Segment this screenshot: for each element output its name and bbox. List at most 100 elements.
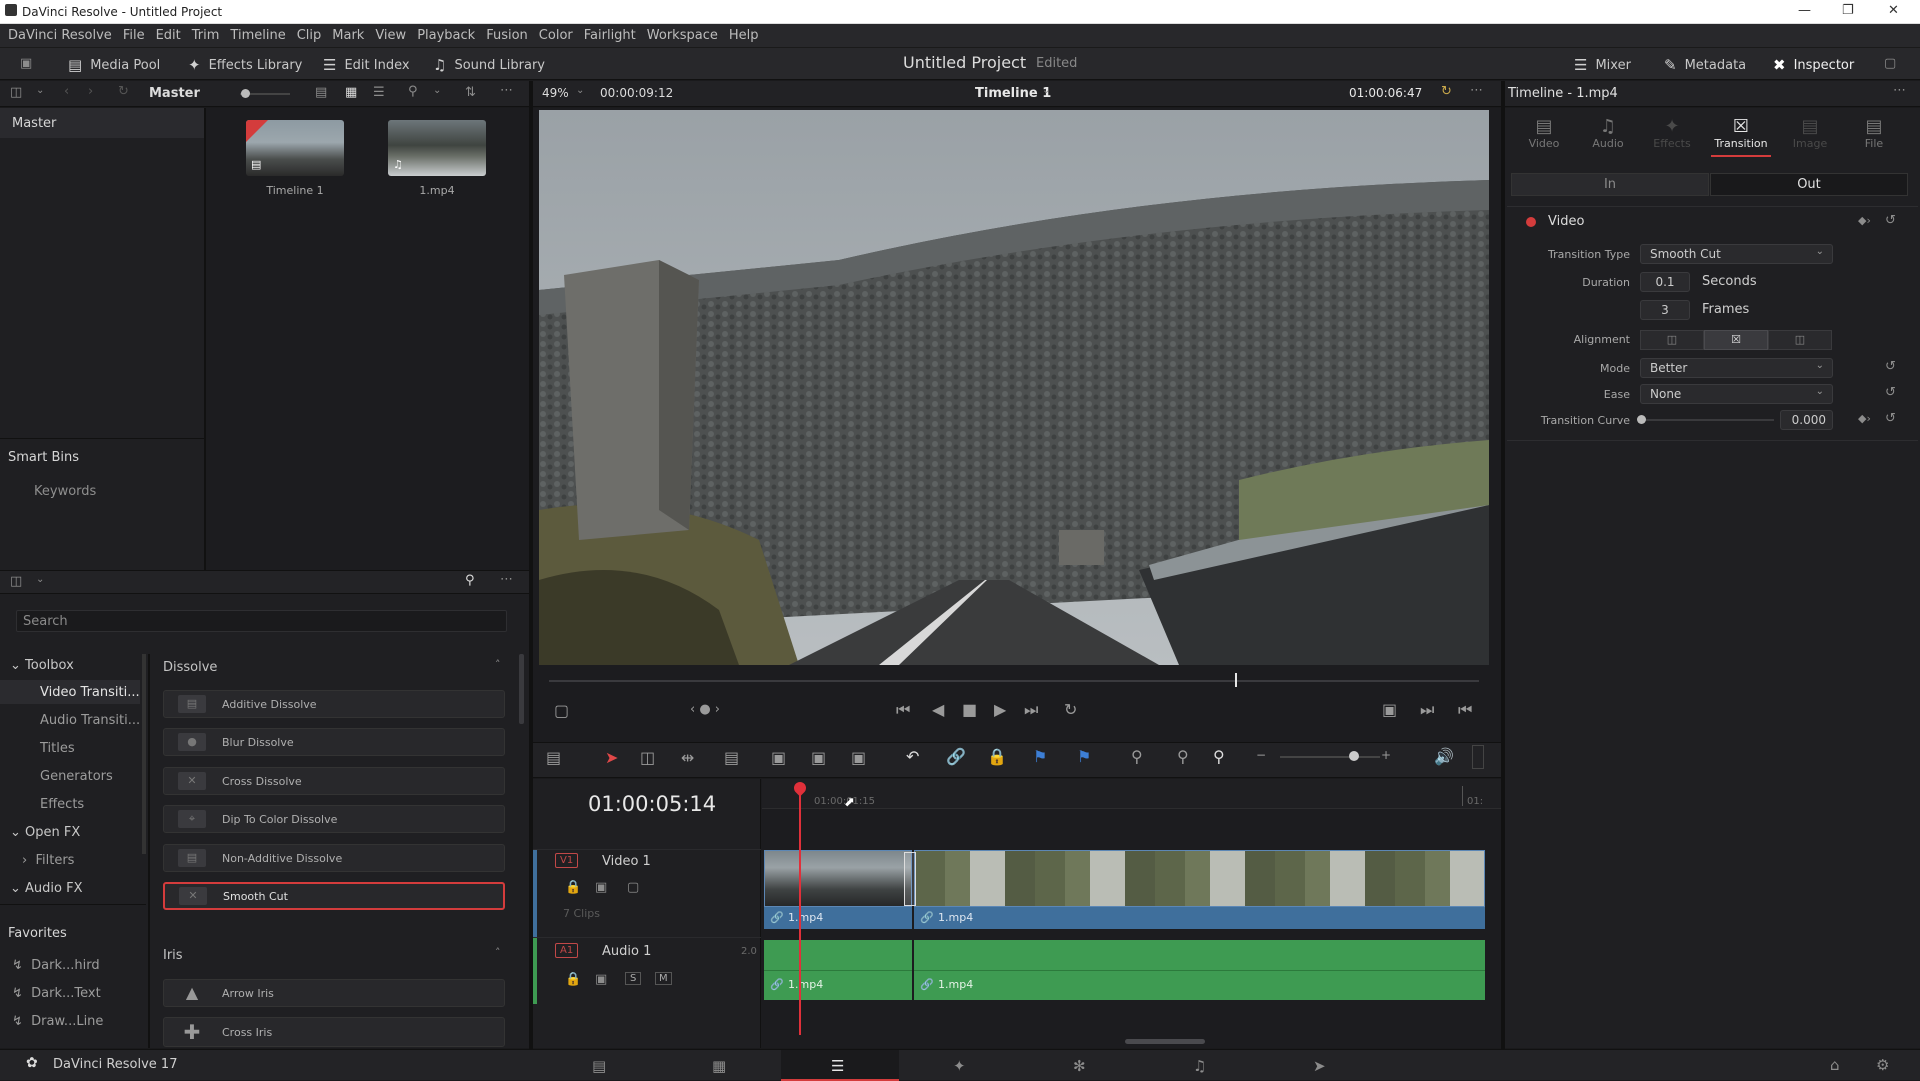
chevron-down-icon[interactable]: ⌄ bbox=[576, 85, 584, 96]
prev-edit-icon[interactable]: ‹ ● › bbox=[690, 702, 720, 717]
search-icon[interactable]: ⚲ bbox=[465, 573, 475, 588]
out-toggle[interactable]: Out bbox=[1710, 173, 1908, 196]
menu-edit[interactable]: Edit bbox=[156, 28, 181, 43]
duration-frames-input[interactable]: 3 bbox=[1640, 300, 1690, 320]
tree-video-transitions[interactable]: Video Transiti... bbox=[40, 685, 140, 700]
mode-dropdown[interactable]: Better ⌄ bbox=[1640, 358, 1833, 378]
zoom-in-icon[interactable]: + bbox=[1381, 748, 1391, 762]
chevron-down-icon[interactable]: ⌄ bbox=[1042, 85, 1050, 96]
reset-icon[interactable]: ↺ bbox=[1885, 213, 1896, 228]
zoom-slider[interactable] bbox=[1280, 756, 1380, 758]
list-scrollbar[interactable] bbox=[519, 654, 524, 724]
favorite-item[interactable]: ↯ Dark...hird bbox=[12, 958, 100, 973]
slider-handle[interactable] bbox=[241, 89, 250, 98]
blade-tool-icon[interactable]: ▤ bbox=[724, 748, 739, 767]
tab-audio[interactable]: ♫ Audio bbox=[1578, 116, 1638, 150]
deliver-page-icon[interactable]: ➤ bbox=[1313, 1057, 1326, 1075]
metadata-view-icon[interactable]: ▤ bbox=[315, 85, 327, 100]
menu-fairlight[interactable]: Fairlight bbox=[584, 28, 636, 43]
edit-page-button[interactable]: ☰ bbox=[781, 1050, 899, 1081]
tree-effects[interactable]: Effects bbox=[40, 797, 84, 812]
viewer-frame[interactable] bbox=[539, 110, 1489, 665]
auto-select-icon[interactable]: ▣ bbox=[595, 972, 607, 987]
match-frame-icon[interactable]: ▣ bbox=[1382, 700, 1397, 719]
favorite-item[interactable]: ↯ Draw...Line bbox=[12, 1014, 103, 1029]
menu-mark[interactable]: Mark bbox=[332, 28, 364, 43]
sync-icon[interactable]: ↻ bbox=[118, 84, 129, 99]
more-options-icon[interactable]: ⋯ bbox=[1470, 83, 1483, 98]
media-pool-button[interactable]: ▤ Media Pool bbox=[68, 54, 160, 76]
effect-cross-iris[interactable]: ✚ Cross Iris bbox=[163, 1017, 505, 1047]
favorite-item[interactable]: ↯ Dark...Text bbox=[12, 986, 101, 1001]
viewer-options-icon[interactable]: ▢ bbox=[554, 701, 569, 720]
tree-generators[interactable]: Generators bbox=[40, 769, 113, 784]
stop-icon[interactable]: ■ bbox=[962, 700, 977, 719]
tab-transition[interactable]: ☒ Transition bbox=[1706, 116, 1776, 150]
menu-file[interactable]: File bbox=[123, 28, 145, 43]
keyframe-icon[interactable]: ◆› bbox=[1858, 214, 1871, 227]
video-clip[interactable]: 🔗 1.mp4 bbox=[914, 907, 1485, 929]
color-page-icon[interactable]: ✻ bbox=[1073, 1057, 1086, 1075]
effect-smooth-cut[interactable]: ✕ Smooth Cut bbox=[163, 882, 505, 910]
lock-icon[interactable]: 🔒 bbox=[565, 880, 581, 895]
effect-additive-dissolve[interactable]: ▤ Additive Dissolve bbox=[163, 690, 505, 718]
linked-selection-icon[interactable]: 🔗 bbox=[946, 747, 966, 766]
effects-search-input[interactable]: Search bbox=[16, 610, 507, 632]
align-center-button[interactable]: ☒ bbox=[1704, 330, 1768, 350]
ease-dropdown[interactable]: None ⌄ bbox=[1640, 384, 1833, 404]
track-visibility-icon[interactable]: ▢ bbox=[627, 880, 639, 895]
go-to-start-icon[interactable]: ⏮ bbox=[896, 700, 910, 720]
snapping-icon[interactable]: ↶ bbox=[906, 747, 919, 766]
effect-blur-dissolve[interactable]: ● Blur Dissolve bbox=[163, 728, 505, 756]
smart-bin-keywords[interactable]: Keywords bbox=[34, 484, 96, 499]
transition-curve-handle[interactable] bbox=[1637, 415, 1646, 424]
tree-audio-transitions[interactable]: Audio Transiti... bbox=[40, 713, 140, 728]
tree-open-fx[interactable]: ⌄ Open FX bbox=[10, 825, 80, 840]
solo-button[interactable]: S bbox=[625, 972, 642, 985]
tab-video[interactable]: ▤ Video bbox=[1514, 116, 1574, 150]
zoom-full-icon[interactable]: ⚲ bbox=[1131, 747, 1143, 766]
align-end-button[interactable]: ◫ bbox=[1768, 330, 1832, 350]
duration-seconds-input[interactable]: 0.1 bbox=[1640, 272, 1690, 292]
viewer-scrubber[interactable] bbox=[549, 680, 1479, 682]
transition-curve-slider[interactable] bbox=[1642, 419, 1774, 421]
edit-index-button[interactable]: ☰ Edit Index bbox=[323, 54, 410, 76]
timeline-name[interactable]: Timeline 1 bbox=[975, 86, 1051, 101]
play-icon[interactable]: ▶ bbox=[994, 700, 1006, 719]
track-id-a1[interactable]: A1 bbox=[555, 943, 579, 958]
tab-effects[interactable]: ✦ Effects bbox=[1642, 116, 1702, 150]
insert-clip-icon[interactable]: ▣ bbox=[771, 748, 786, 767]
chevron-down-icon[interactable]: ⌄ bbox=[36, 574, 44, 585]
selection-tool-icon[interactable]: ➤ bbox=[605, 748, 618, 767]
collapse-icon[interactable]: ˄ bbox=[495, 658, 501, 671]
section-enabled-toggle[interactable] bbox=[1526, 217, 1536, 227]
tab-file[interactable]: ▤ File bbox=[1844, 116, 1904, 150]
next-frame-icon[interactable]: ⏭ bbox=[1420, 700, 1434, 720]
menu-timeline[interactable]: Timeline bbox=[230, 28, 285, 43]
effects-library-button[interactable]: ✦ Effects Library bbox=[188, 54, 302, 76]
lock-icon[interactable]: 🔒 bbox=[565, 972, 581, 987]
playhead-line[interactable] bbox=[799, 790, 801, 1035]
keyframe-icon[interactable]: ◆› bbox=[1858, 412, 1871, 425]
cut-page-icon[interactable]: ▦ bbox=[712, 1057, 726, 1075]
menu-fusion[interactable]: Fusion bbox=[486, 28, 528, 43]
dynamic-trim-icon[interactable]: ⇹ bbox=[681, 748, 694, 767]
zoom-custom-icon[interactable]: ⚲ bbox=[1213, 747, 1225, 766]
audio-clip[interactable]: 🔗 1.mp4 bbox=[764, 940, 912, 1000]
reset-icon[interactable]: ↺ bbox=[1885, 385, 1896, 400]
audio-volume-icon[interactable]: 🔊 bbox=[1434, 747, 1454, 766]
fairlight-page-icon[interactable]: ♫ bbox=[1193, 1057, 1206, 1075]
effect-non-additive-dissolve[interactable]: ▤ Non-Additive Dissolve bbox=[163, 844, 505, 872]
settings-gear-icon[interactable]: ⚙ bbox=[1876, 1056, 1889, 1074]
back-icon[interactable]: ‹ bbox=[64, 84, 69, 99]
play-reverse-icon[interactable]: ◀ bbox=[932, 700, 944, 719]
more-options-icon[interactable]: ⋯ bbox=[500, 572, 513, 587]
video-clip[interactable]: 🔗 1.mp4 bbox=[764, 907, 912, 929]
sort-icon[interactable]: ⇅ bbox=[465, 85, 476, 100]
menu-playback[interactable]: Playback bbox=[417, 28, 475, 43]
trim-tool-icon[interactable]: ◫ bbox=[640, 748, 655, 767]
tree-filters[interactable]: › Filters bbox=[22, 853, 74, 868]
forward-icon[interactable]: › bbox=[88, 84, 93, 99]
menu-workspace[interactable]: Workspace bbox=[647, 28, 718, 43]
clip-thumbnail-timeline[interactable]: ▤ bbox=[246, 120, 344, 176]
